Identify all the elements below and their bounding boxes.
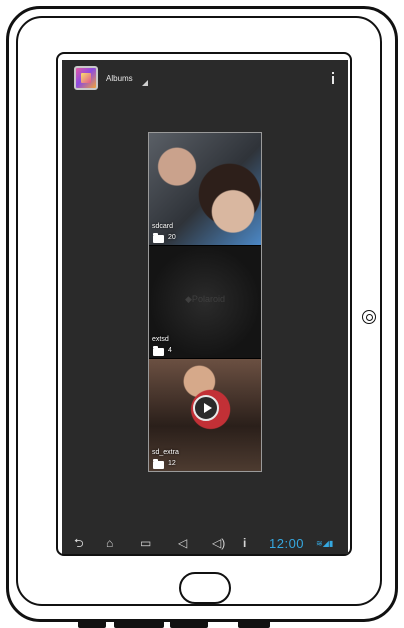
screen: Albums sdcard 20 ◆Polaroid extsd 4 sd_ex… bbox=[62, 60, 348, 554]
album-count: 12 bbox=[168, 460, 176, 467]
home-icon[interactable]: ⌂ bbox=[106, 536, 113, 550]
recent-apps-icon[interactable]: ▭ bbox=[140, 536, 151, 550]
album-count: 20 bbox=[168, 234, 176, 241]
camera-icon bbox=[362, 310, 376, 324]
album-name: sd_extra bbox=[152, 449, 179, 456]
polaroid-watermark: ◆Polaroid bbox=[185, 294, 225, 304]
volume-down-icon[interactable]: ◁ bbox=[178, 536, 187, 550]
album-count: 4 bbox=[168, 347, 172, 354]
tablet-bottom-buttons bbox=[78, 620, 278, 628]
album-extsd[interactable]: ◆Polaroid extsd 4 bbox=[149, 246, 261, 358]
album-sdcard[interactable]: sdcard 20 bbox=[149, 133, 261, 245]
volume-up-icon[interactable]: ◁) bbox=[212, 536, 225, 550]
folder-icon bbox=[153, 346, 164, 356]
albums-title[interactable]: Albums bbox=[106, 74, 133, 83]
clock: 12:00 bbox=[269, 536, 305, 551]
system-nav-bar: ⮌ ⌂ ▭ ◁ ◁) i 12:00 ≋◢▮ bbox=[62, 532, 348, 554]
status-icons: ≋◢▮ bbox=[316, 539, 333, 548]
folder-icon bbox=[153, 233, 164, 243]
wifi-icon: ≋ bbox=[316, 539, 323, 548]
menu-icon[interactable]: i bbox=[243, 536, 246, 550]
back-icon[interactable]: ⮌ bbox=[74, 536, 84, 550]
hardware-home-button[interactable] bbox=[179, 572, 231, 604]
info-icon[interactable] bbox=[330, 72, 336, 84]
action-bar: Albums bbox=[62, 60, 348, 98]
gallery-app-icon[interactable] bbox=[74, 66, 98, 90]
album-name: sdcard bbox=[152, 223, 174, 230]
battery-icon: ▮ bbox=[328, 539, 334, 548]
folder-icon bbox=[153, 459, 164, 469]
dropdown-triangle-icon[interactable] bbox=[142, 80, 148, 86]
album-name: extsd bbox=[152, 336, 169, 343]
album-sd-extra[interactable]: sd_extra 12 bbox=[149, 359, 261, 471]
album-list: sdcard 20 ◆Polaroid extsd 4 sd_extra 12 bbox=[148, 132, 262, 472]
play-icon[interactable] bbox=[193, 395, 219, 421]
